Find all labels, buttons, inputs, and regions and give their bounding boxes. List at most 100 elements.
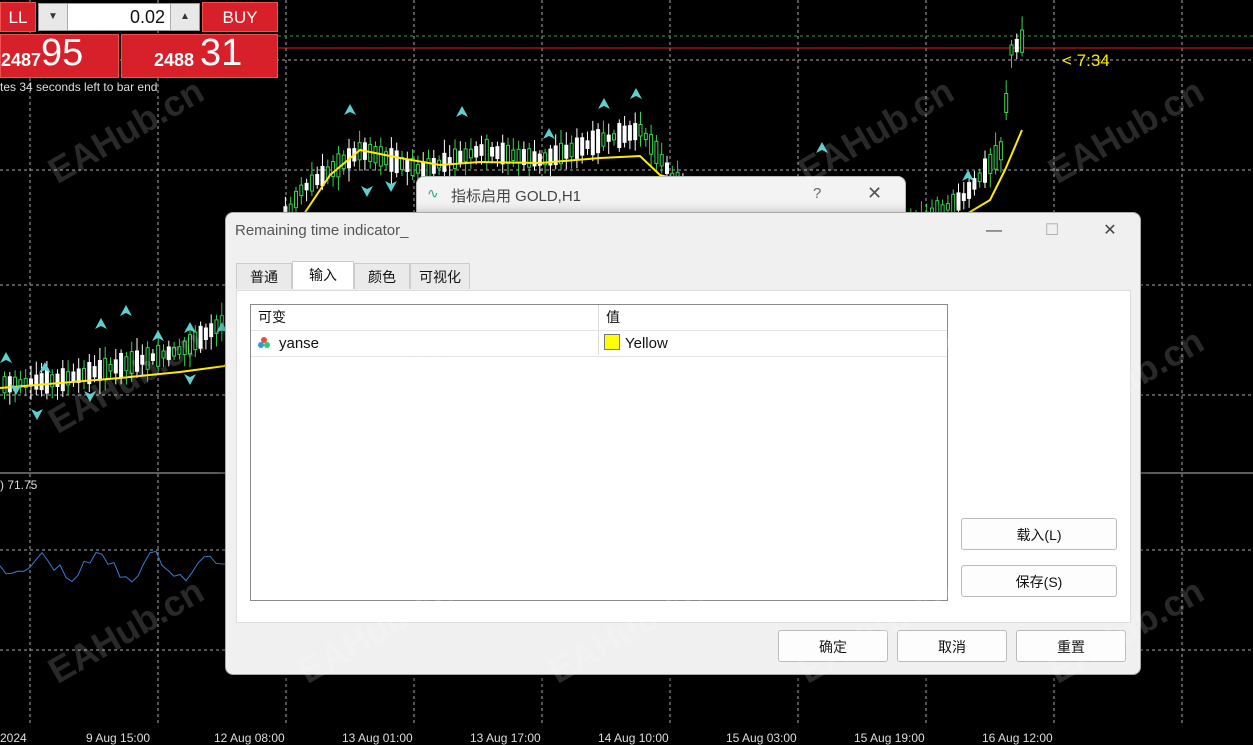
candle-body [394, 150, 399, 174]
ok-button[interactable]: 确定 [778, 630, 888, 662]
buy-arrow-icon [543, 128, 555, 139]
candle-body [998, 141, 1003, 161]
candle-body [643, 132, 648, 141]
candle-body [622, 125, 627, 143]
tab-common[interactable]: 普通 [236, 263, 292, 289]
color-swatch [604, 334, 620, 350]
column-header-variable[interactable]: 可变 [251, 305, 598, 329]
candle-body [495, 146, 500, 160]
candle-body [627, 125, 632, 141]
candle-body [585, 140, 590, 149]
reset-button[interactable]: 重置 [1016, 630, 1126, 662]
candle-body [182, 340, 187, 356]
indicator-properties-dialog: Remaining time indicator_ — ☐ ✕ 普通 输入 颜色… [225, 212, 1141, 675]
variable-value[interactable]: Yellow [604, 331, 668, 356]
candle-body [956, 192, 961, 211]
one-click-trading-panel: LL ▼ 0.02 ▲ BUY 2487 95 2488 31 [0, 0, 278, 80]
time-axis-label: 12 Aug 08:00 [214, 731, 285, 745]
lot-decrease-button[interactable]: ▼ [39, 4, 68, 30]
sell-price[interactable]: 2487 95 [0, 32, 119, 78]
candle-body [135, 350, 139, 372]
time-axis-label: 13 Aug 01:00 [342, 731, 413, 745]
candle-body [50, 374, 55, 388]
candle-body [659, 154, 664, 167]
minimize-button[interactable]: — [979, 219, 1009, 243]
candle-body [97, 360, 102, 381]
dialog-title: 指标启用 GOLD,H1 [451, 188, 582, 205]
oscillator-value-label: ) 71.75 [0, 478, 38, 492]
lot-size-input[interactable]: 0.02 [69, 4, 169, 30]
candle-body [993, 145, 998, 170]
candle-body [166, 346, 171, 360]
load-button[interactable]: 载入(L) [961, 518, 1117, 550]
candle-body [309, 174, 314, 192]
candle-body [527, 148, 532, 168]
candle-body [490, 146, 495, 157]
candle-body [442, 152, 447, 172]
buy-button[interactable]: BUY [202, 2, 278, 32]
candle-body [39, 373, 44, 391]
sell-price-prefix: 2487 [1, 50, 42, 70]
candle-body [60, 368, 65, 392]
candle-body [145, 347, 150, 370]
tab-colors[interactable]: 颜色 [354, 263, 410, 289]
candle-body [564, 144, 569, 159]
sell-arrow-icon [184, 374, 196, 385]
candle-body [299, 184, 304, 197]
candle-body [336, 153, 341, 178]
candle-body [44, 368, 49, 394]
candle-body [468, 148, 473, 159]
candle-body [71, 371, 76, 383]
save-button[interactable]: 保存(S) [961, 565, 1117, 597]
candle-body [7, 376, 12, 393]
candle-body [405, 158, 410, 172]
table-row[interactable]: yanse Yellow [251, 330, 947, 357]
candle-body [967, 182, 972, 199]
candle-body [463, 148, 468, 163]
close-button[interactable]: ✕ [1095, 219, 1125, 243]
candle-body [1004, 92, 1009, 114]
cancel-button[interactable]: 取消 [897, 630, 1007, 662]
candle-body [161, 350, 166, 359]
time-axis-label: 16 Aug 12:00 [982, 731, 1053, 745]
oscillator-line [0, 550, 229, 583]
time-axis-label: 9 Aug 15:00 [86, 731, 151, 745]
candle-body [156, 344, 161, 367]
close-button[interactable]: ✕ [867, 183, 882, 204]
candle-body [294, 190, 298, 209]
time-axis-label: 13 Aug 17:00 [470, 731, 541, 745]
time-axis-label: 15 Aug 03:00 [726, 731, 797, 745]
candle-body [209, 323, 214, 338]
candle-body [55, 373, 60, 387]
candle-body [574, 137, 579, 159]
candle-body [447, 157, 452, 165]
lot-size-stepper[interactable]: ▼ 0.02 ▲ [38, 3, 200, 31]
buy-price-prefix: 2488 [154, 50, 195, 70]
variable-name: yanse [279, 335, 320, 352]
sell-button[interactable]: LL [0, 2, 36, 32]
buy-arrow-icon [816, 142, 828, 153]
remaining-time-label: < 7:34 [1062, 51, 1110, 70]
candle-body [1014, 38, 1019, 53]
maximize-button[interactable]: ☐ [1037, 219, 1067, 243]
bar-countdown-text: tes 34 seconds left to bar end [0, 80, 158, 94]
buy-arrow-icon [120, 305, 132, 316]
sell-price-pips: 95 [41, 32, 84, 74]
tab-visualization[interactable]: 可视化 [410, 263, 470, 289]
candle-body [92, 366, 97, 378]
candle-body [590, 130, 595, 156]
tab-inputs[interactable]: 输入 [292, 261, 354, 289]
candle-body [458, 150, 463, 164]
lot-increase-button[interactable]: ▲ [170, 4, 199, 30]
candle-body [596, 129, 601, 154]
help-button[interactable]: ? [813, 185, 821, 202]
inputs-grid: 可变 值 yanse Yellow [250, 304, 948, 601]
candle-body [1009, 44, 1014, 56]
indicator-icon: ∿ [427, 185, 439, 201]
inputs-panel: 可变 值 yanse Yellow 载入(L) 保存(S) [236, 290, 1131, 623]
candle-body [649, 134, 654, 155]
candle-body [431, 158, 436, 174]
candle-body [304, 182, 309, 191]
buy-price[interactable]: 2488 31 [121, 32, 278, 78]
column-header-value[interactable]: 值 [599, 305, 947, 329]
